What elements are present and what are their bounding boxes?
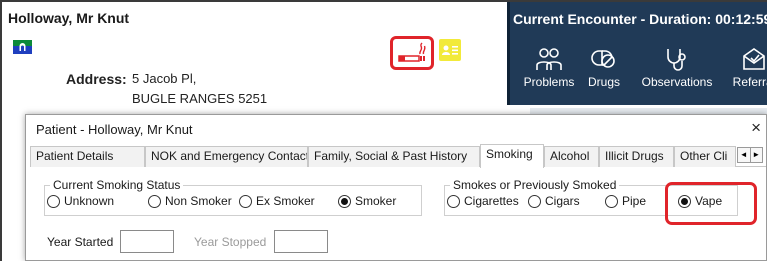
encounter-title: Current Encounter - Duration: 00:12:59 [513,11,767,27]
radio-label: Cigarettes [464,194,519,208]
tab-scroll-buttons: ◄ ► [737,147,763,163]
observations-icon [667,49,686,71]
smoker-alert-button[interactable] [390,36,434,70]
patient-name: Holloway, Mr Knut [8,10,130,26]
id-card-icon[interactable] [439,39,461,61]
year-started-input[interactable] [120,230,174,253]
radio-label: Ex Smoker [256,194,315,208]
drugs-label: Drugs [587,75,620,89]
radio-label: Vape [695,194,723,208]
referral-button[interactable]: Referral [724,46,767,101]
radio-label: Smoker [355,194,397,208]
address-line-1: 5 Jacob Pl, [132,71,197,86]
tab-other-clinical[interactable]: Other Cli [674,146,736,167]
year-stopped-input[interactable] [274,230,328,253]
referral-icon [743,48,765,70]
tab-nok-emergency-contact[interactable]: NOK and Emergency Contact [145,146,308,167]
tab-alcohol[interactable]: Alcohol [544,146,599,167]
smoking-status-legend: Current Smoking Status [50,178,184,192]
close-icon[interactable]: × [751,118,761,138]
radio-label: Non Smoker [165,194,232,208]
radio-label: Unknown [64,194,115,208]
tab-patient-details[interactable]: Patient Details [30,146,145,167]
aboriginal-flag-icon [13,40,32,54]
problems-label: Problems [523,75,575,89]
radio-label: Pipe [622,194,647,208]
radio-ex-smoker[interactable]: Ex Smoker [239,194,315,208]
smokes-type-group: Smokes or Previously Smoked Cigarettes C… [444,178,738,216]
radio-unknown[interactable]: Unknown [47,194,114,208]
radio-label: Cigars [545,194,580,208]
radio-circle [447,194,460,208]
current-encounter-panel: Current Encounter - Duration: 00:12:59 P… [507,2,767,105]
drugs-icon [591,50,615,68]
tab-family-social-history[interactable]: Family, Social & Past History [308,146,480,167]
cigarette-icon [398,42,426,62]
observations-label: Observations [641,75,713,89]
observations-button[interactable]: Observations [627,46,727,101]
radio-vape[interactable]: Vape [678,194,722,208]
year-stopped-label: Year Stopped [194,235,267,249]
dialog-title: Patient - Holloway, Mr Knut [36,122,193,137]
scroll-left-icon[interactable]: ◄ [738,148,750,162]
drugs-button[interactable]: Drugs [583,46,625,101]
address-line-2: BUGLE RANGES 5251 [132,91,268,106]
tab-illicit-drugs[interactable]: Illicit Drugs [599,146,674,167]
radio-circle [47,194,60,208]
radio-pipe[interactable]: Pipe [605,194,646,208]
radio-cigarettes[interactable]: Cigarettes [447,194,519,208]
radio-circle [239,194,252,208]
radio-circle [678,194,691,208]
smoking-status-group: Current Smoking Status Unknown Non Smoke… [44,178,422,216]
tab-smoking[interactable]: Smoking [480,144,544,168]
scroll-right-icon[interactable]: ► [749,148,763,162]
radio-cigars[interactable]: Cigars [528,194,580,208]
address-label: Address: [66,71,127,87]
radio-circle [148,194,161,208]
smokes-type-legend: Smokes or Previously Smoked [450,178,620,192]
radio-circle [528,194,541,208]
problems-icon [536,48,562,70]
radio-circle [605,194,618,208]
radio-smoker[interactable]: Smoker [338,194,396,208]
patient-dialog: Patient - Holloway, Mr Knut × Patient De… [25,114,767,261]
year-started-label: Year Started [47,235,114,249]
radio-circle [338,194,351,208]
radio-non-smoker[interactable]: Non Smoker [148,194,232,208]
referral-label: Referral [732,75,767,89]
tab-bar: Patient Details NOK and Emergency Contac… [30,144,766,168]
problems-button[interactable]: Problems [518,46,580,101]
